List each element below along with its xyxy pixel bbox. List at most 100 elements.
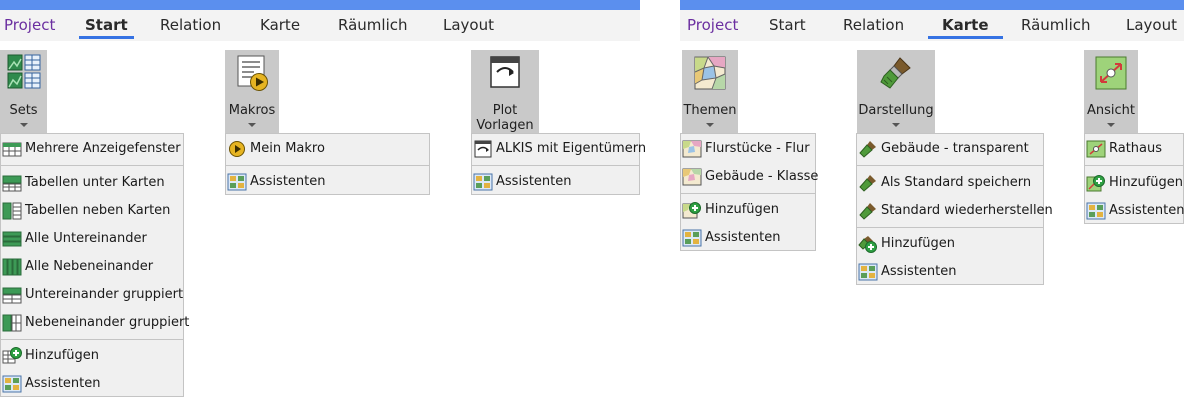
menu-item-hinzufuegen[interactable]: Hinzufügen bbox=[857, 230, 1043, 258]
plot-menu: ALKIS mit Eigentümern Assistenten bbox=[471, 133, 646, 196]
paintbrush-icon bbox=[858, 202, 878, 220]
menu-item-label: Tabellen unter Karten bbox=[25, 175, 165, 190]
menu-item-alkis-mit-eigentuemern[interactable]: ALKIS mit Eigentümern bbox=[472, 135, 646, 163]
menu-item-hinzufuegen[interactable]: Hinzufügen bbox=[1, 342, 183, 370]
menu-item-gebaeude-transparent[interactable]: Gebäude - transparent bbox=[857, 135, 1043, 163]
themen-label: Themen bbox=[683, 103, 737, 118]
darstellung-button[interactable]: Darstellung bbox=[857, 50, 935, 133]
tab-start[interactable]: Start bbox=[769, 10, 806, 41]
theme-map-icon bbox=[692, 54, 728, 92]
darstellung-menu: Gebäude - transparent Als Standard speic… bbox=[856, 133, 1053, 286]
left-panel: Project Start Relation Karte Räumlich La… bbox=[0, 0, 646, 398]
ribbon-tabs: Project Start Relation Karte Räumlich La… bbox=[0, 10, 640, 41]
tab-layout[interactable]: Layout bbox=[1126, 10, 1177, 41]
menu-item-label: Untereinander gruppiert bbox=[25, 287, 184, 302]
menu-separator bbox=[1, 165, 183, 166]
tab-layout[interactable]: Layout bbox=[443, 10, 494, 41]
tab-project[interactable]: Project bbox=[4, 10, 55, 41]
tab-raeumlich[interactable]: Räumlich bbox=[1021, 10, 1091, 41]
menu-item-hinzufuegen[interactable]: Hinzufügen bbox=[681, 196, 815, 224]
menu-item-alle-nebeneinander[interactable]: Alle Nebeneinander bbox=[1, 253, 183, 281]
multi-window-icon bbox=[2, 140, 22, 158]
makros-button[interactable]: Makros bbox=[225, 50, 279, 133]
menu-item-assistenten[interactable]: Assistenten bbox=[472, 168, 639, 196]
theme-map-icon bbox=[682, 168, 702, 186]
plot-template-icon bbox=[473, 140, 493, 158]
tab-karte[interactable]: Karte bbox=[928, 10, 1002, 41]
tables-beside-maps-icon bbox=[2, 202, 22, 220]
sets-label: Sets bbox=[9, 103, 38, 118]
ansicht-button[interactable]: Ansicht bbox=[1084, 50, 1138, 133]
grouped-vertical-icon bbox=[2, 286, 22, 304]
menu-item-flurstuecke-flur[interactable]: Flurstücke - Flur bbox=[681, 135, 815, 163]
theme-map-icon bbox=[682, 140, 702, 158]
tab-relation[interactable]: Relation bbox=[160, 10, 221, 41]
menu-item-gebaeude-klasse[interactable]: Gebäude - Klasse bbox=[681, 163, 818, 191]
menu-item-untereinander-gruppiert[interactable]: Untereinander gruppiert bbox=[1, 281, 183, 309]
menu-separator bbox=[857, 165, 1043, 166]
themen-button[interactable]: Themen bbox=[682, 50, 738, 133]
menu-item-assistenten[interactable]: Assistenten bbox=[1085, 197, 1184, 225]
menu-item-label: Assistenten bbox=[705, 230, 781, 245]
menu-item-label: Flurstücke - Flur bbox=[705, 141, 810, 156]
menu-item-label: Gebäude - transparent bbox=[881, 141, 1029, 156]
makros-label: Makros bbox=[228, 103, 276, 118]
menu-item-assistenten[interactable]: Assistenten bbox=[1, 370, 183, 398]
plot-template-icon bbox=[487, 54, 523, 92]
plot-vorlagen-button[interactable]: Plot Vorlagen bbox=[471, 50, 539, 143]
menu-item-tabellen-neben-karten[interactable]: Tabellen neben Karten bbox=[1, 197, 183, 225]
plot-label-text: Vorlagen bbox=[476, 118, 534, 133]
menu-item-assistenten[interactable]: Assistenten bbox=[857, 258, 1043, 286]
title-bar bbox=[0, 0, 640, 10]
macro-play-icon bbox=[234, 54, 270, 92]
menu-item-label: Alle Untereinander bbox=[25, 231, 147, 246]
sets-button[interactable]: Sets bbox=[0, 50, 47, 133]
menu-separator bbox=[472, 165, 639, 166]
menu-separator bbox=[1085, 165, 1183, 166]
menu-item-assistenten[interactable]: Assistenten bbox=[226, 168, 429, 196]
menu-item-tabellen-unter-karten[interactable]: Tabellen unter Karten bbox=[1, 169, 183, 197]
stack-horizontal-icon bbox=[2, 258, 22, 276]
chevron-down-icon bbox=[706, 123, 714, 127]
tab-project[interactable]: Project bbox=[687, 10, 738, 41]
menu-item-label: Hinzufügen bbox=[1109, 175, 1183, 190]
zoom-extent-icon bbox=[1086, 140, 1106, 158]
tab-relation[interactable]: Relation bbox=[843, 10, 904, 41]
menu-item-label: Assistenten bbox=[496, 174, 572, 189]
tab-raeumlich[interactable]: Räumlich bbox=[338, 10, 408, 41]
menu-item-als-standard-speichern[interactable]: Als Standard speichern bbox=[857, 169, 1043, 197]
themen-menu: Flurstücke - Flur Gebäude - Klasse Hinzu… bbox=[680, 133, 818, 252]
ansicht-menu: Rathaus Hinzufügen Assistenten bbox=[1084, 133, 1184, 224]
tab-start[interactable]: Start bbox=[79, 10, 134, 41]
zoom-extent-icon bbox=[1093, 54, 1129, 92]
wizard-icon bbox=[1086, 202, 1106, 220]
paintbrush-icon bbox=[858, 140, 878, 158]
menu-item-rathaus[interactable]: Rathaus bbox=[1085, 135, 1183, 163]
add-icon bbox=[2, 347, 22, 365]
menu-item-hinzufuegen[interactable]: Hinzufügen bbox=[1085, 169, 1183, 197]
menu-item-nebeneinander-gruppiert[interactable]: Nebeneinander gruppiert bbox=[1, 309, 189, 337]
menu-item-label: Assistenten bbox=[250, 174, 326, 189]
sets-menu: Mehrere Anzeigefenster Tabellen unter Ka… bbox=[0, 133, 189, 398]
menu-item-label: Mehrere Anzeigefenster bbox=[25, 141, 181, 156]
add-icon bbox=[858, 235, 878, 253]
stack-vertical-icon bbox=[2, 230, 22, 248]
play-circle-icon bbox=[227, 140, 247, 158]
tables-below-maps-icon bbox=[2, 174, 22, 192]
menu-item-alle-untereinander[interactable]: Alle Untereinander bbox=[1, 225, 183, 253]
menu-item-standard-wiederherstellen[interactable]: Standard wiederherstellen bbox=[857, 197, 1053, 225]
menu-separator bbox=[226, 165, 429, 166]
menu-item-label: Assistenten bbox=[881, 264, 957, 279]
menu-item-label: Alle Nebeneinander bbox=[25, 259, 154, 274]
ansicht-label: Ansicht bbox=[1086, 103, 1135, 118]
add-icon bbox=[682, 201, 702, 219]
menu-item-label: Als Standard speichern bbox=[881, 175, 1032, 190]
menu-item-assistenten[interactable]: Assistenten bbox=[681, 224, 815, 252]
menu-item-mein-makro[interactable]: Mein Makro bbox=[226, 135, 429, 163]
title-bar bbox=[680, 0, 1184, 10]
menu-item-label: Hinzufügen bbox=[881, 236, 955, 251]
tab-karte[interactable]: Karte bbox=[260, 10, 300, 41]
chevron-down-icon bbox=[892, 123, 900, 127]
chevron-down-icon bbox=[248, 123, 256, 127]
menu-item-mehrere-anzeigefenster[interactable]: Mehrere Anzeigefenster bbox=[1, 135, 183, 163]
